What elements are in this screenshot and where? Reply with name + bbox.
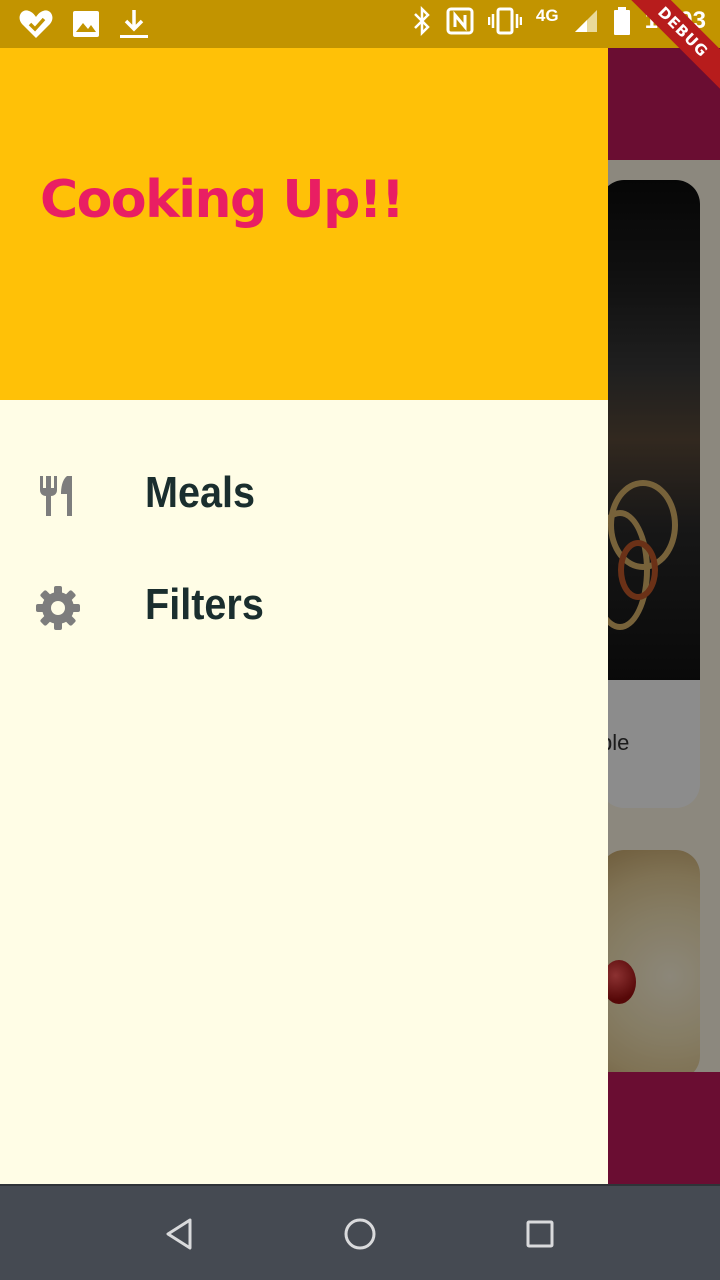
gear-icon — [36, 586, 80, 630]
drawer-item-label: Filters — [145, 580, 264, 629]
back-button[interactable] — [160, 1214, 200, 1254]
recents-button[interactable] — [520, 1214, 560, 1254]
nfc-icon — [446, 7, 474, 35]
system-navigation-bar — [0, 1184, 720, 1280]
bluetooth-icon — [414, 6, 430, 36]
image-icon — [73, 11, 99, 37]
home-button[interactable] — [340, 1214, 380, 1254]
network-type: 4G — [535, 6, 559, 25]
heart-check-icon — [19, 10, 53, 38]
status-bar: 4G 12:03 DEBUG — [0, 0, 720, 95]
navigation-drawer: Cooking Up!! Meals Filters — [0, 48, 608, 1184]
download-icon — [120, 10, 148, 38]
drawer-item-filters[interactable]: Filters — [0, 558, 608, 658]
drawer-item-meals[interactable]: Meals — [0, 446, 608, 546]
vibrate-icon — [487, 7, 522, 35]
drawer-header: Cooking Up!! — [0, 48, 608, 400]
drawer-title: Cooking Up!! — [40, 170, 405, 230]
battery-icon — [613, 7, 630, 35]
signal-icon — [574, 10, 597, 32]
drawer-item-label: Meals — [145, 468, 256, 517]
restaurant-icon — [40, 476, 72, 516]
